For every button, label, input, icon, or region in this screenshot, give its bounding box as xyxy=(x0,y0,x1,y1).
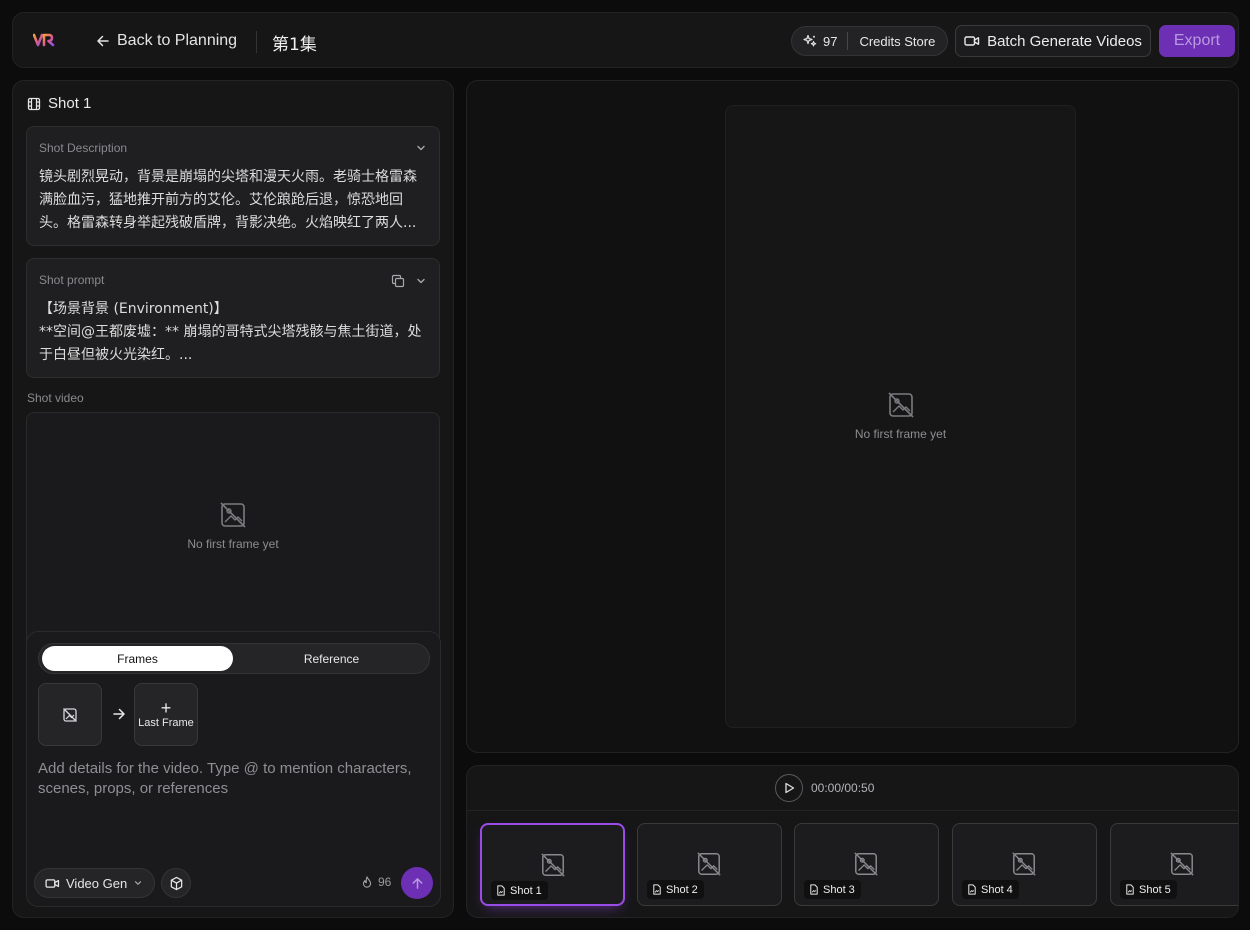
credits-count: 97 xyxy=(823,33,838,49)
film-icon xyxy=(27,97,41,110)
video-details-input[interactable] xyxy=(38,759,430,859)
playback-time: 00:00/00:50 xyxy=(811,781,875,795)
image-file-icon xyxy=(497,885,505,896)
empty-state-text: No first frame yet xyxy=(854,427,947,441)
shot-panel: Shot 1 Shot Description 镜头剧烈晃动，背景是崩塌的尖塔和… xyxy=(12,80,454,918)
video-gen-mode-select[interactable]: Video Gen xyxy=(34,868,155,898)
no-image-icon xyxy=(220,502,246,528)
video-camera-icon xyxy=(45,878,60,888)
video-composer: Frames Reference + Last Frame Video Gen … xyxy=(26,631,441,907)
sparkles-icon xyxy=(803,34,817,47)
shot-prompt-card[interactable]: Shot prompt 【场景背景 (Environment)】 **空间@王都… xyxy=(26,258,440,378)
cost-value: 96 xyxy=(378,875,392,889)
image-file-icon xyxy=(968,884,976,895)
description-line: 满脸血污，猛地推开前方的艾伦。艾伦踉跄后退，惊恐地回 xyxy=(39,192,403,208)
shot-video-label: Shot video xyxy=(27,391,84,405)
image-file-icon xyxy=(1126,884,1134,895)
shot-chip-label: Shot 2 xyxy=(666,883,698,896)
image-file-icon xyxy=(653,884,661,895)
shot-thumbnail-3[interactable]: Shot 3 xyxy=(794,823,939,906)
shot-chip: Shot 4 xyxy=(962,880,1019,899)
no-image-icon xyxy=(697,852,721,876)
shot-chip-label: Shot 4 xyxy=(981,883,1013,896)
shot-chip-label: Shot 3 xyxy=(823,883,855,896)
batch-generate-videos-button[interactable]: Batch Generate Videos xyxy=(955,25,1151,57)
shot-timeline: 00:00/00:50 Shot 1 Shot 2 Shot 3 Shot 4 xyxy=(466,765,1239,918)
empty-state: No first frame yet xyxy=(27,501,439,551)
empty-state-text: No first frame yet xyxy=(187,537,279,551)
arrow-right-icon xyxy=(113,708,125,720)
shot-thumbnail-4[interactable]: Shot 4 xyxy=(952,823,1097,906)
shot-prompt-label: Shot prompt xyxy=(39,273,105,287)
arrow-left-icon xyxy=(97,35,109,47)
empty-state: No first frame yet xyxy=(726,391,1075,441)
vr-logo-icon[interactable] xyxy=(33,32,55,48)
play-button[interactable] xyxy=(775,774,803,802)
mode-label: Video Gen xyxy=(66,875,128,891)
shot-chip: Shot 2 xyxy=(647,880,704,899)
last-frame-slot[interactable]: + Last Frame xyxy=(134,683,198,746)
asset-cube-button[interactable] xyxy=(161,868,191,898)
shot-description-card[interactable]: Shot Description 镜头剧烈晃动，背景是崩塌的尖塔和漫天火雨。老骑… xyxy=(26,126,440,246)
no-image-icon xyxy=(1170,852,1194,876)
video-camera-icon xyxy=(964,36,980,46)
fire-icon xyxy=(362,875,372,888)
chevron-down-icon xyxy=(135,881,142,885)
description-line: 头。格雷森转身举起残破盾牌，背影决绝。火焰映红了两人... xyxy=(39,215,417,231)
shot-title: Shot 1 xyxy=(48,95,92,112)
last-frame-label: Last Frame xyxy=(138,717,194,729)
tab-reference[interactable]: Reference xyxy=(235,646,428,671)
frames-reference-tabs: Frames Reference xyxy=(38,643,430,674)
shot-chip-label: Shot 5 xyxy=(1139,883,1171,896)
no-image-icon xyxy=(887,392,914,418)
credits-pill: 97 Credits Store xyxy=(791,26,948,56)
shot-thumbnail-1[interactable]: Shot 1 xyxy=(480,823,625,906)
prompt-line: **空间@王都废墟：** 崩塌的哥特式尖塔残骸与焦土街道，处 xyxy=(39,324,422,340)
chevron-down-icon[interactable] xyxy=(415,142,427,154)
prompt-line: 于白昼但被火光染红。... xyxy=(39,347,193,363)
header-divider xyxy=(256,31,257,53)
playback-bar: 00:00/00:50 xyxy=(467,766,1238,811)
shot-description-text: 镜头剧烈晃动，背景是崩塌的尖塔和漫天火雨。老骑士格雷森 满脸血污，猛地推开前方的… xyxy=(39,166,423,235)
image-file-icon xyxy=(810,884,818,895)
send-button[interactable] xyxy=(401,867,433,899)
credits-store-button[interactable]: Credits Store xyxy=(848,34,935,49)
cube-icon xyxy=(170,876,182,890)
chevron-down-icon[interactable] xyxy=(415,275,427,287)
batch-label: Batch Generate Videos xyxy=(987,32,1142,50)
frame-canvas: No first frame yet xyxy=(725,105,1076,728)
back-label: Back to Planning xyxy=(117,32,238,49)
shot-chip: Shot 1 xyxy=(491,881,548,900)
arrow-up-icon xyxy=(412,877,422,889)
shot-thumbnail-2[interactable]: Shot 2 xyxy=(637,823,782,906)
play-icon xyxy=(784,782,794,794)
shot-prompt-text: 【场景背景 (Environment)】 **空间@王都废墟：** 崩塌的哥特式… xyxy=(39,298,423,367)
no-image-icon xyxy=(541,853,565,877)
no-image-icon xyxy=(63,707,77,722)
no-image-icon xyxy=(854,852,878,876)
credits-balance: 97 xyxy=(792,32,849,50)
plus-icon: + xyxy=(160,698,172,718)
shot-chip: Shot 5 xyxy=(1120,880,1177,899)
tab-frames[interactable]: Frames xyxy=(42,646,233,671)
description-line: 镜头剧烈晃动，背景是崩塌的尖塔和漫天火雨。老骑士格雷森 xyxy=(39,169,417,185)
generation-cost: 96 xyxy=(361,875,391,889)
back-to-planning-button[interactable]: Back to Planning xyxy=(96,31,237,51)
copy-icon[interactable] xyxy=(391,274,405,288)
no-image-icon xyxy=(1012,852,1036,876)
shot-chip: Shot 3 xyxy=(804,880,861,899)
export-button[interactable]: Export xyxy=(1159,25,1235,57)
shot-description-label: Shot Description xyxy=(39,141,128,155)
frame-preview-panel: No first frame yet xyxy=(466,80,1239,753)
prompt-line: 【场景背景 (Environment)】 xyxy=(39,301,228,317)
first-frame-slot[interactable] xyxy=(38,683,102,746)
shot-panel-header: Shot 1 xyxy=(27,95,91,112)
shot-video-placeholder: No first frame yet xyxy=(26,412,440,652)
shot-thumbnail-5[interactable]: Shot 5 xyxy=(1110,823,1238,906)
episode-title: 第1集 xyxy=(272,35,317,55)
shot-chip-label: Shot 1 xyxy=(510,884,542,897)
top-bar: Back to Planning 第1集 97 Credits Store Ba… xyxy=(12,12,1239,68)
